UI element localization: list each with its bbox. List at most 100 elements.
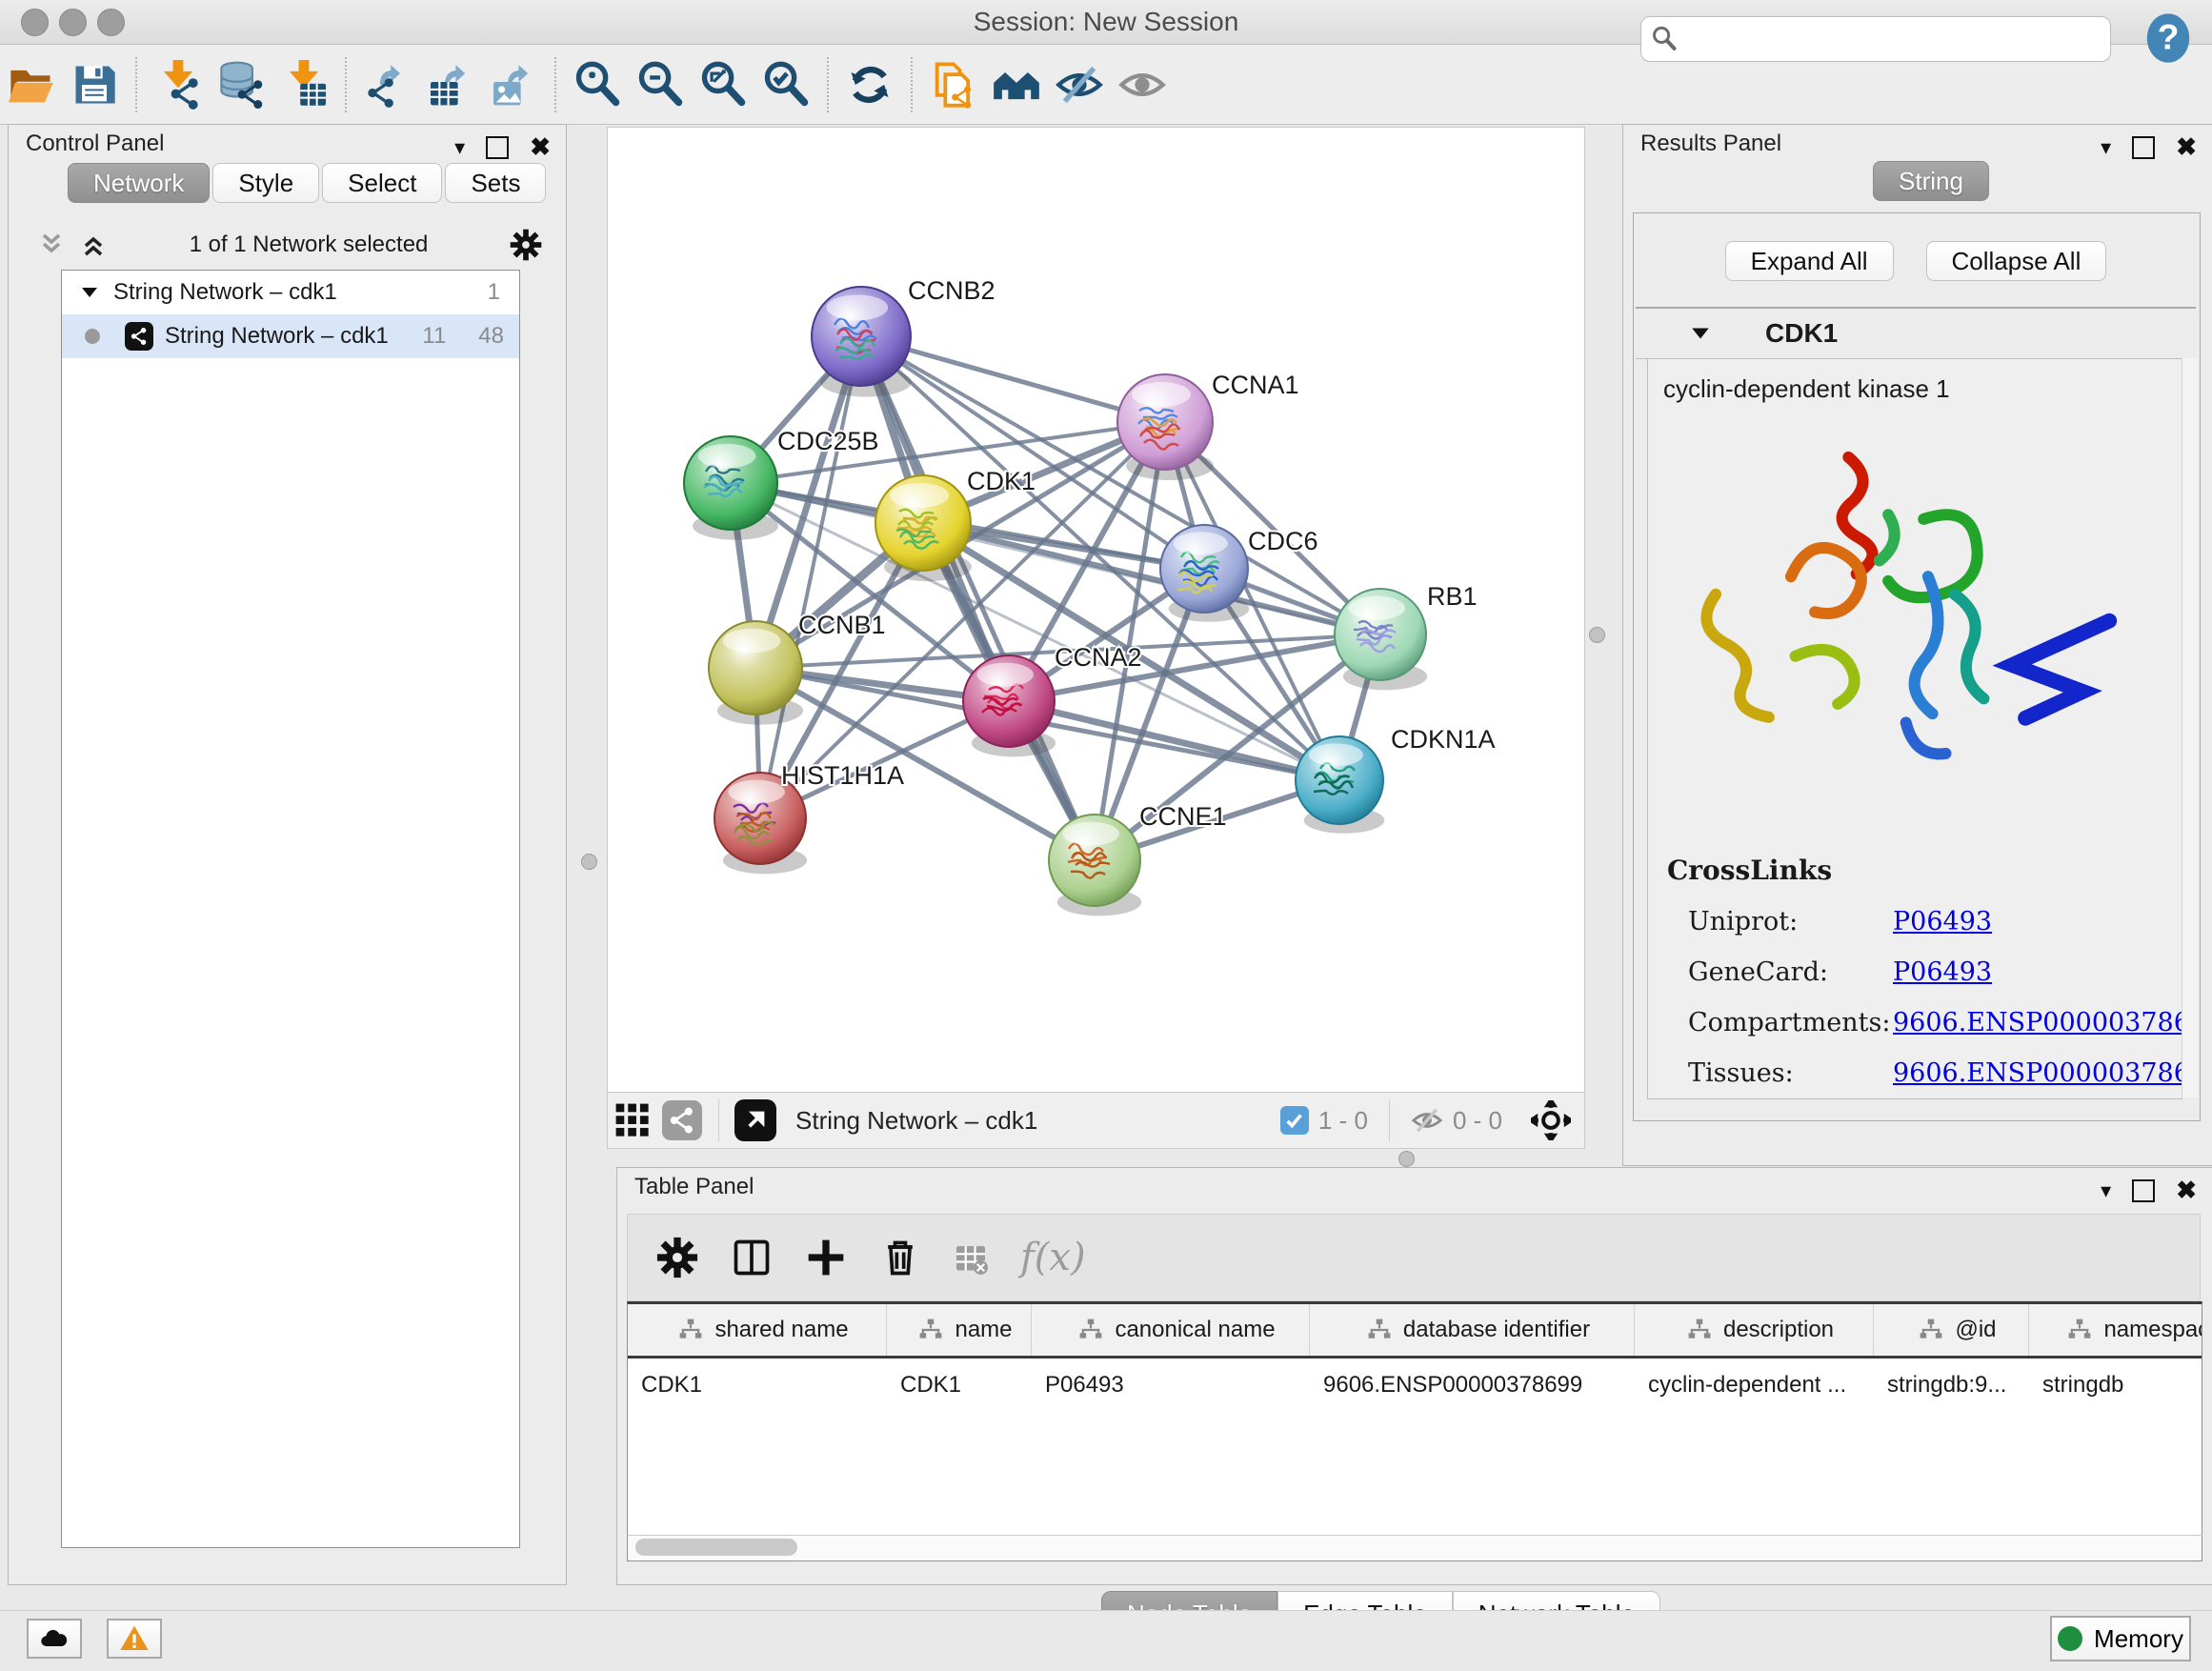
save-session-button[interactable] bbox=[63, 53, 126, 116]
edge-CCNA2-CDKN1A[interactable] bbox=[1009, 701, 1339, 780]
tab-string-results[interactable]: String bbox=[1873, 161, 1989, 201]
expand-all-button[interactable]: Expand All bbox=[1725, 241, 1894, 281]
export-network-button[interactable] bbox=[356, 53, 419, 116]
node-HIST1H1A[interactable]: HIST1H1A bbox=[714, 761, 904, 874]
results-panel-close-button[interactable]: ✖ bbox=[2176, 132, 2197, 162]
node-CDKN1A[interactable]: CDKN1A bbox=[1296, 725, 1496, 834]
table-cell[interactable]: stringdb bbox=[2029, 1359, 2202, 1412]
delete-column-icon[interactable] bbox=[879, 1237, 921, 1278]
tab-style[interactable]: Style bbox=[212, 163, 319, 203]
edge-CCNB2-HIST1H1A[interactable] bbox=[760, 336, 861, 818]
column-header-description[interactable]: description bbox=[1635, 1304, 1874, 1356]
network-row[interactable]: String Network – cdk1 11 48 bbox=[62, 314, 519, 358]
node-CDC6[interactable]: CDC6 bbox=[1160, 525, 1318, 622]
crosslink-link[interactable]: 9606.ENSP00000378699 bbox=[1893, 1058, 2182, 1088]
column-header-shared-name[interactable]: shared name bbox=[628, 1304, 887, 1356]
node-CCNE1[interactable]: CCNE1 bbox=[1049, 802, 1227, 916]
crosslink-link[interactable]: 9606.ENSP00000378699 bbox=[1893, 1008, 2182, 1037]
node-CCNB2[interactable]: CCNB2 bbox=[812, 276, 995, 397]
column-header--id[interactable]: @id bbox=[1874, 1304, 2029, 1356]
node-label-CCNB2: CCNB2 bbox=[908, 276, 995, 305]
crosslink-link[interactable]: P06493 bbox=[1893, 957, 1992, 987]
selected-checkbox-icon[interactable] bbox=[1280, 1106, 1309, 1135]
table-cell[interactable]: 9606.ENSP00000378699 bbox=[1310, 1359, 1635, 1412]
bottom-sash-handle[interactable] bbox=[1398, 1151, 1415, 1167]
right-sash-handle[interactable] bbox=[1589, 627, 1605, 643]
cloud-status-button[interactable] bbox=[27, 1619, 82, 1659]
warnings-button[interactable] bbox=[107, 1619, 162, 1659]
left-sash-handle[interactable] bbox=[581, 854, 597, 870]
collection-expander-icon[interactable] bbox=[79, 282, 100, 303]
table-cell[interactable]: CDK1 bbox=[628, 1359, 887, 1412]
export-table-button[interactable] bbox=[419, 53, 482, 116]
table-row[interactable]: CDK1CDK1P064939606.ENSP00000378699cyclin… bbox=[628, 1359, 2202, 1412]
new-network-from-selection-button[interactable] bbox=[922, 53, 985, 116]
table-cell[interactable]: cyclin-dependent ... bbox=[1635, 1359, 1874, 1412]
first-neighbors-button[interactable] bbox=[985, 53, 1048, 116]
expand-all-networks-icon[interactable] bbox=[79, 231, 108, 259]
collapse-all-button[interactable]: Collapse All bbox=[1926, 241, 2107, 281]
toolbar-separator bbox=[911, 57, 913, 112]
control-panel-close-button[interactable]: ✖ bbox=[530, 132, 551, 162]
memory-button[interactable]: Memory bbox=[2050, 1616, 2191, 1661]
zoom-out-button[interactable] bbox=[629, 53, 692, 116]
zoom-fit-button[interactable] bbox=[692, 53, 754, 116]
show-all-button[interactable] bbox=[1111, 53, 1174, 116]
table-cell[interactable]: P06493 bbox=[1032, 1359, 1310, 1412]
column-header-database-identifier[interactable]: database identifier bbox=[1310, 1304, 1635, 1356]
column-header-namespace[interactable]: namespace bbox=[2029, 1304, 2202, 1356]
network-canvas[interactable]: CCNB2CCNA1CDC25BCDK1CDC6RB1CCNB1CCNA2CDK… bbox=[607, 127, 1585, 1093]
results-panel-float-button[interactable]: ▾ bbox=[2101, 135, 2111, 160]
export-image-button[interactable] bbox=[482, 53, 545, 116]
tab-sets[interactable]: Sets bbox=[445, 163, 546, 203]
import-network-icon bbox=[153, 60, 203, 110]
tab-network[interactable]: Network bbox=[68, 163, 210, 203]
control-panel-maximize-button[interactable] bbox=[486, 136, 509, 159]
show-grid-button[interactable] bbox=[608, 1096, 657, 1145]
import-table-file-button[interactable] bbox=[272, 53, 335, 116]
network-options-gear-icon[interactable] bbox=[510, 229, 542, 261]
search-box bbox=[1640, 16, 2111, 62]
node-RB1[interactable]: RB1 bbox=[1335, 582, 1478, 690]
refresh-view-button[interactable] bbox=[838, 53, 901, 116]
section-expander-icon[interactable] bbox=[1689, 322, 1712, 345]
table-panel-float-button[interactable]: ▾ bbox=[2101, 1178, 2111, 1203]
network-collection-row[interactable]: String Network – cdk1 1 bbox=[62, 271, 519, 314]
results-panel-maximize-button[interactable] bbox=[2132, 136, 2155, 159]
birds-eye-view-button[interactable] bbox=[657, 1096, 707, 1145]
hide-selected-button[interactable] bbox=[1048, 53, 1111, 116]
table-panel-close-button[interactable]: ✖ bbox=[2176, 1176, 2197, 1205]
add-column-icon[interactable] bbox=[805, 1237, 847, 1278]
table-panel-maximize-button[interactable] bbox=[2132, 1179, 2155, 1202]
table-hscroll-thumb[interactable] bbox=[635, 1539, 797, 1556]
column-header-name[interactable]: name bbox=[887, 1304, 1032, 1356]
gene-section-header[interactable]: CDK1 bbox=[1636, 309, 2196, 359]
zoom-in-icon bbox=[573, 60, 622, 110]
import-network-database-button[interactable] bbox=[210, 53, 272, 116]
help-button[interactable]: ? bbox=[2142, 11, 2195, 65]
external-link-icon bbox=[741, 1106, 770, 1135]
control-panel-float-button[interactable]: ▾ bbox=[454, 135, 465, 160]
import-database-icon bbox=[216, 60, 266, 110]
search-input[interactable] bbox=[1687, 25, 2110, 53]
import-network-file-button[interactable] bbox=[147, 53, 210, 116]
eye-slash-icon bbox=[1055, 60, 1104, 110]
table-options-gear-icon[interactable] bbox=[656, 1237, 698, 1278]
table-cell[interactable]: stringdb:9... bbox=[1874, 1359, 2029, 1412]
table-hscrollbar[interactable] bbox=[627, 1535, 2202, 1561]
collapse-all-networks-icon[interactable] bbox=[37, 231, 66, 259]
node-CDK1[interactable]: CDK1 bbox=[875, 467, 1036, 581]
show-columns-icon[interactable] bbox=[731, 1237, 773, 1278]
node-label-CCNA1: CCNA1 bbox=[1212, 371, 1299, 399]
zoom-selected-button[interactable] bbox=[754, 53, 817, 116]
table-cell[interactable]: CDK1 bbox=[887, 1359, 1032, 1412]
pan-crosshair-icon[interactable] bbox=[1531, 1100, 1571, 1140]
zoom-in-button[interactable] bbox=[566, 53, 629, 116]
open-view-in-window-button[interactable] bbox=[731, 1096, 780, 1145]
tab-select[interactable]: Select bbox=[322, 163, 442, 203]
open-session-button[interactable] bbox=[0, 53, 63, 116]
crosslink-link[interactable]: P06493 bbox=[1893, 907, 1992, 936]
results-scrollbar[interactable] bbox=[2182, 358, 2198, 1097]
node-CCNA1[interactable]: CCNA1 bbox=[1117, 371, 1299, 480]
column-header-canonical-name[interactable]: canonical name bbox=[1032, 1304, 1310, 1356]
